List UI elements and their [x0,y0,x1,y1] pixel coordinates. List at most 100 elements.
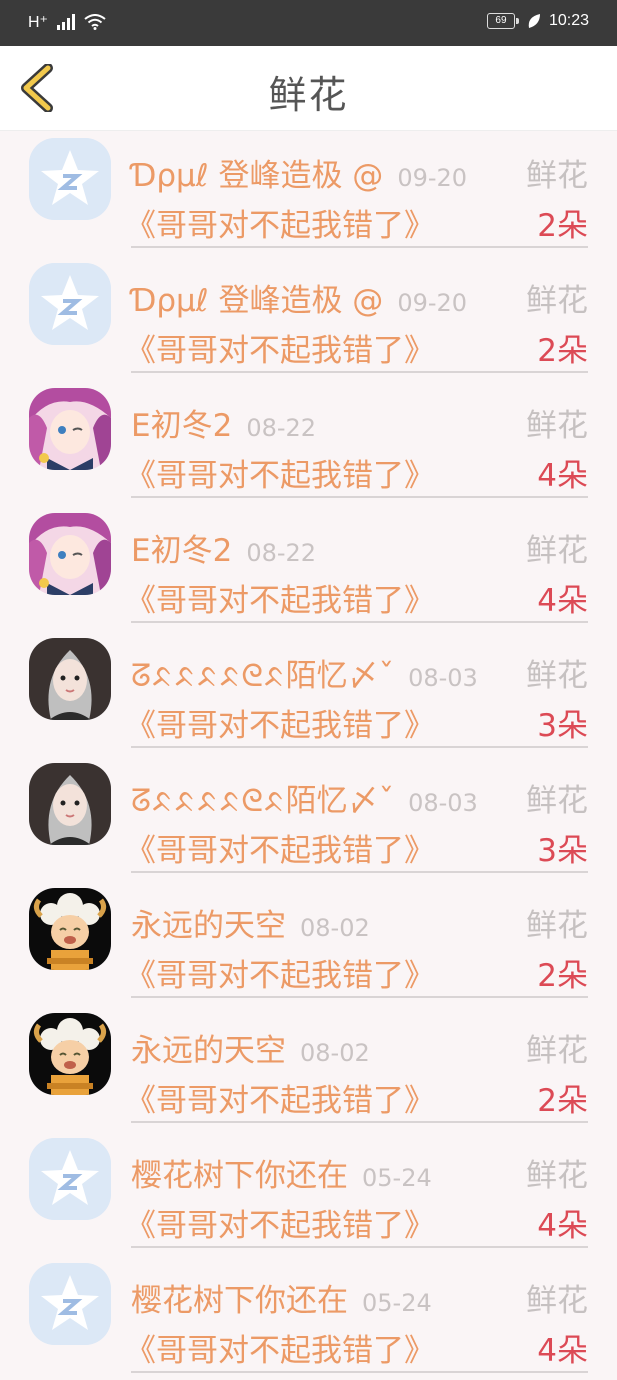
app-header: 鲜花 [0,46,617,131]
gift-row-content: Ɗρµℓ 登峰造极 @ 09-20 鲜花 《哥哥对不起我错了》 2朵 [125,263,588,373]
song-title[interactable]: 《哥哥对不起我错了》 [125,825,435,870]
gift-type: 鲜花 [526,408,588,444]
gift-row[interactable]: ᘔᨅᨅᨅᨅᘓᨅ陌忆〆ˇ 08-03 鲜花《哥哥对不起我错了》 3朵 [0,630,617,755]
qq-default-avatar-icon [29,263,111,345]
status-right: 69 10:23 [486,12,589,30]
anime-girl-avatar-icon [29,388,111,470]
page-title: 鲜花 [268,73,349,117]
gift-date: 08-03 [408,789,478,817]
gift-row[interactable]: E初冬2 08-22 鲜花《哥哥对不起我错了》 4朵 [0,380,617,505]
song-title[interactable]: 《哥哥对不起我错了》 [125,200,435,245]
gift-row-header: Ɗρµℓ 登峰造极 @ 09-20 [131,150,588,194]
leaf-icon [528,14,540,28]
cartoon-sheep-avatar-icon [29,888,111,970]
sender-name[interactable]: E初冬2 [131,408,232,444]
song-title[interactable]: 《哥哥对不起我错了》 [125,1075,435,1120]
gift-date: 05-24 [362,1289,432,1317]
gift-row-header: ᘔᨅᨅᨅᨅᘓᨅ陌忆〆ˇ 08-03 [131,775,588,819]
gift-row-content: 樱花树下你还在 05-24 鲜花《哥哥对不起我错了》 4朵 [125,1138,588,1248]
song-title[interactable]: 《哥哥对不起我错了》 [125,450,435,495]
qq-default-avatar-icon [29,1138,111,1220]
gift-row-header: E初冬2 08-22 [131,400,588,444]
gift-row[interactable]: ᘔᨅᨅᨅᨅᘓᨅ陌忆〆ˇ 08-03 鲜花《哥哥对不起我错了》 3朵 [0,755,617,880]
user-avatar[interactable] [29,388,111,470]
song-title[interactable]: 《哥哥对不起我错了》 [125,950,435,995]
song-title[interactable]: 《哥哥对不起我错了》 [125,325,435,370]
sender-name[interactable]: ᘔᨅᨅᨅᨅᘓᨅ陌忆〆ˇ [131,658,394,694]
gift-date: 09-20 [397,164,468,192]
user-avatar[interactable] [29,1263,111,1345]
gift-row-header: ᘔᨅᨅᨅᨅᘓᨅ陌忆〆ˇ 08-03 [131,650,588,694]
battery-icon: 69 [486,13,519,29]
gift-row-content: ᘔᨅᨅᨅᨅᘓᨅ陌忆〆ˇ 08-03 鲜花《哥哥对不起我错了》 3朵 [125,638,588,748]
qq-default-avatar-icon [29,1263,111,1345]
network-type: H⁺ [28,14,48,31]
sender-name[interactable]: 樱花树下你还在 [131,1158,348,1194]
gift-row-header: E初冬2 08-22 [131,525,588,569]
gift-row-content: Ɗρµℓ 登峰造极 @ 09-20 鲜花 《哥哥对不起我错了》 2朵 [125,138,588,248]
gift-type: 鲜花 [526,1158,588,1194]
flower-count: 2朵 [537,208,588,244]
flower-count: 4朵 [537,458,588,494]
gift-type: 鲜花 [526,1283,588,1319]
user-avatar[interactable] [29,763,111,845]
song-title[interactable]: 《哥哥对不起我错了》 [125,700,435,745]
gift-type: 鲜花 [526,1033,588,1069]
gift-row-header: 永远的天空 08-02 [131,1025,588,1069]
flower-count: 4朵 [537,1208,588,1244]
gift-row-content: E初冬2 08-22 鲜花 《哥哥对不起我错了》 4朵 [125,513,588,623]
song-title[interactable]: 《哥哥对不起我错了》 [125,1200,435,1245]
gift-date: 08-02 [300,1039,370,1067]
user-avatar[interactable] [29,1013,111,1095]
sender-name[interactable]: 永远的天空 [131,908,286,944]
gift-type: 鲜花 [526,783,588,819]
user-avatar[interactable] [29,888,111,970]
battery-level: 69 [486,13,515,29]
user-avatar[interactable] [29,263,111,345]
gift-date: 08-22 [246,414,317,442]
sender-name[interactable]: Ɗρµℓ 登峰造极 @ [131,158,383,194]
sender-name[interactable]: ᘔᨅᨅᨅᨅᘓᨅ陌忆〆ˇ [131,783,394,819]
gift-row-header: Ɗρµℓ 登峰造极 @ 09-20 [131,275,588,319]
gift-row-content: 永远的天空 08-02 鲜花 《哥哥对不起我错了》 2朵 [125,888,588,998]
photo-girl-avatar-icon [29,763,111,845]
sender-name[interactable]: Ɗρµℓ 登峰造极 @ [131,283,383,319]
status-left: H⁺ [28,12,106,32]
flower-count: 3朵 [537,708,588,744]
user-avatar[interactable] [29,138,111,220]
gift-row[interactable]: 樱花树下你还在 05-24 鲜花《哥哥对不起我错了》 4朵 [0,1255,617,1380]
flower-gift-list: Ɗρµℓ 登峰造极 @09-20 鲜花 《哥哥对不起我错了》 2朵 Ɗρµℓ 登峰造极 … [0,130,617,1380]
status-bar: H⁺ 69 10:23 [0,0,617,46]
gift-row-content: ᘔᨅᨅᨅᨅᘓᨅ陌忆〆ˇ 08-03 鲜花《哥哥对不起我错了》 3朵 [125,763,588,873]
flower-count: 4朵 [537,1333,588,1369]
song-title[interactable]: 《哥哥对不起我错了》 [125,1325,435,1370]
gift-row-header: 樱花树下你还在 05-24 [131,1275,588,1319]
song-title[interactable]: 《哥哥对不起我错了》 [125,575,435,620]
gift-type: 鲜花 [526,283,588,319]
sender-name[interactable]: 樱花树下你还在 [131,1283,348,1319]
gift-row[interactable]: E初冬2 08-22 鲜花 《哥哥对不起我错了》 4朵 [0,505,617,630]
flower-count: 4朵 [537,583,588,619]
gift-type: 鲜花 [526,658,588,694]
gift-row[interactable]: Ɗρµℓ 登峰造极 @ 09-20 鲜花 《哥哥对不起我错了》 2朵 [0,130,617,255]
sender-name[interactable]: E初冬2 [131,533,232,569]
gift-row-header: 樱花树下你还在 05-24 [131,1150,588,1194]
sender-name[interactable]: 永远的天空 [131,1033,286,1069]
gift-row[interactable]: 永远的天空 08-02 鲜花 《哥哥对不起我错了》 2朵 [0,1005,617,1130]
gift-row[interactable]: 永远的天空 08-02 鲜花 《哥哥对不起我错了》 2朵 [0,880,617,1005]
anime-girl-avatar-icon [29,513,111,595]
photo-girl-avatar-icon [29,638,111,720]
signal-icon [57,14,75,30]
gift-row-content: 永远的天空 08-02 鲜花 《哥哥对不起我错了》 2朵 [125,1013,588,1123]
flower-count: 3朵 [537,833,588,869]
gift-row[interactable]: Ɗρµℓ 登峰造极 @ 09-20 鲜花 《哥哥对不起我错了》 2朵 [0,255,617,380]
user-avatar[interactable] [29,513,111,595]
wifi-icon [84,14,106,30]
gift-row[interactable]: 樱花树下你还在 05-24 鲜花《哥哥对不起我错了》 4朵 [0,1130,617,1255]
gift-date: 08-03 [408,664,478,692]
user-avatar[interactable] [29,1138,111,1220]
gift-type: 鲜花 [526,908,588,944]
user-avatar[interactable] [29,638,111,720]
clock: 10:23 [548,12,589,29]
cartoon-sheep-avatar-icon [29,1013,111,1095]
